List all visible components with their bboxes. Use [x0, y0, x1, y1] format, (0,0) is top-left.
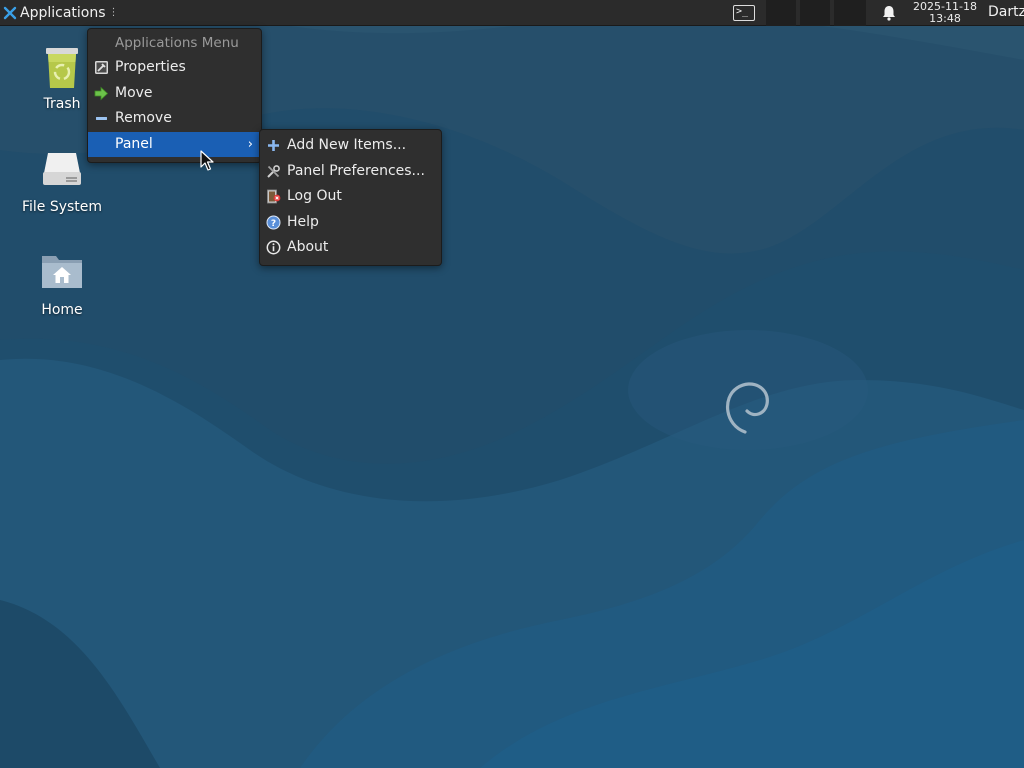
logout-icon — [267, 189, 281, 204]
menu-item-add-new-items[interactable]: Add New Items... — [260, 133, 441, 159]
menu-item-about[interactable]: About — [260, 235, 441, 261]
trash-icon — [46, 48, 78, 88]
menu-item-help[interactable]: ? Help — [260, 210, 441, 236]
xfce-mouse-icon — [3, 6, 17, 19]
help-icon: ? — [266, 215, 281, 229]
menu-item-label: Add New Items... — [287, 137, 407, 153]
chevron-right-icon: › — [247, 136, 253, 152]
applications-label: Applications — [20, 4, 106, 21]
add-icon — [268, 140, 279, 151]
info-icon — [266, 240, 281, 255]
menu-grip-icon: ⋮ — [108, 7, 119, 18]
home-folder-icon — [42, 256, 82, 288]
preferences-tools-icon — [267, 164, 280, 178]
user-menu[interactable]: Dartz — [988, 0, 1024, 25]
menu-item-properties[interactable]: Properties — [88, 55, 261, 81]
menu-item-label: Properties — [115, 59, 186, 75]
top-panel: Applications ⋮ >_ 2025-11-18 13:48 Dartz — [0, 0, 1024, 26]
clock-date: 2025-11-18 — [913, 0, 977, 13]
terminal-icon: >_ — [733, 4, 755, 21]
desktop-icon-home[interactable]: Home — [7, 248, 117, 318]
remove-icon — [96, 117, 107, 120]
clock-time: 13:48 — [929, 11, 961, 25]
workspace-1[interactable] — [766, 0, 796, 26]
menu-item-label: Panel — [115, 135, 153, 152]
workspace-2[interactable] — [800, 0, 830, 26]
menu-item-log-out[interactable]: Log Out — [260, 184, 441, 210]
desktop-icon-label: File System — [21, 199, 103, 215]
clock[interactable]: 2025-11-18 13:48 — [906, 1, 984, 24]
terminal-launcher[interactable]: >_ — [728, 0, 760, 25]
menu-item-label: Log Out — [287, 188, 342, 204]
drive-icon — [43, 153, 81, 185]
desktop-icon-label: Home — [41, 302, 83, 318]
menu-item-label: Help — [287, 213, 319, 230]
svg-text:?: ? — [271, 219, 276, 229]
menu-item-panel[interactable]: Panel › — [88, 131, 261, 157]
properties-icon — [95, 61, 108, 74]
menu-item-label: About — [287, 239, 329, 255]
menu-item-label: Panel Preferences... — [287, 162, 425, 179]
applications-menu-button[interactable]: Applications ⋮ — [0, 0, 122, 25]
move-arrow-icon — [94, 86, 109, 100]
panel-submenu: Add New Items... Panel Preferences... Lo… — [259, 129, 442, 266]
menu-item-panel-preferences[interactable]: Panel Preferences... — [260, 159, 441, 185]
menu-item-label: Move — [115, 84, 153, 101]
menu-item-remove[interactable]: Remove — [88, 106, 261, 132]
applications-context-menu: Applications Menu Properties Move Remove… — [87, 28, 262, 163]
bell-icon[interactable] — [880, 4, 898, 22]
menu-header: Applications Menu — [115, 35, 239, 51]
menu-item-label: Remove — [115, 110, 172, 126]
workspace-3[interactable] — [834, 0, 866, 26]
menu-item-move[interactable]: Move — [88, 81, 261, 107]
